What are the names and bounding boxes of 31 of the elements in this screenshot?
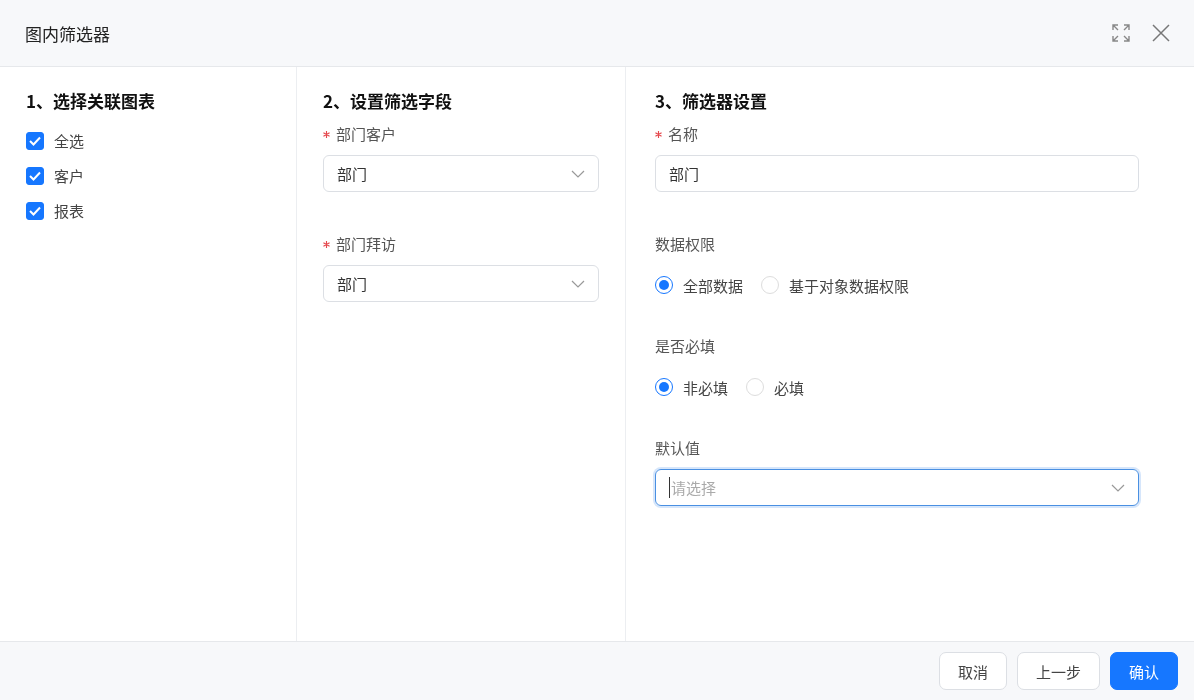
dialog-button[interactable]: 上一步	[1016, 652, 1100, 690]
field-label: 部门拜访	[336, 233, 396, 255]
select-field[interactable]: 部门	[323, 155, 599, 192]
section-title: 3、筛选器设置	[655, 89, 769, 113]
chevron-down-icon	[1111, 483, 1125, 492]
input-field[interactable]: 部门	[655, 155, 1139, 192]
checkbox-option[interactable]: 客户	[26, 158, 270, 193]
dialog-button[interactable]: 取消	[938, 652, 1007, 690]
radio-option[interactable]: 非必填	[655, 376, 728, 398]
maximize-icon[interactable]	[1112, 24, 1130, 42]
chevron-down-icon	[571, 169, 585, 178]
section-title: 2、设置筛选字段	[323, 89, 454, 113]
chevron-down-icon	[571, 279, 585, 288]
dialog-title: 图内筛选器	[25, 20, 111, 46]
select-field[interactable]: 部门	[323, 265, 599, 302]
confirm-button[interactable]: 确认	[1110, 652, 1178, 690]
checkbox[interactable]	[26, 166, 44, 185]
field-label: 数据权限	[655, 233, 715, 255]
field-label: 部门客户	[336, 123, 396, 145]
radio-option[interactable]: 基于对象数据权限	[761, 274, 910, 296]
checkbox-option[interactable]: 全选	[26, 123, 270, 158]
field-label: 默认值	[655, 437, 700, 459]
checkbox[interactable]	[26, 131, 44, 150]
section-title: 1、选择关联图表	[26, 89, 157, 113]
field-label: 名称	[668, 123, 698, 145]
radio-option[interactable]: 全部数据	[655, 274, 743, 296]
field-label: 是否必填	[655, 335, 715, 357]
checkbox-option[interactable]: 报表	[26, 193, 270, 228]
checkbox[interactable]	[26, 201, 44, 220]
radio-option[interactable]: 必填	[746, 376, 805, 398]
close-icon[interactable]	[1152, 24, 1170, 42]
